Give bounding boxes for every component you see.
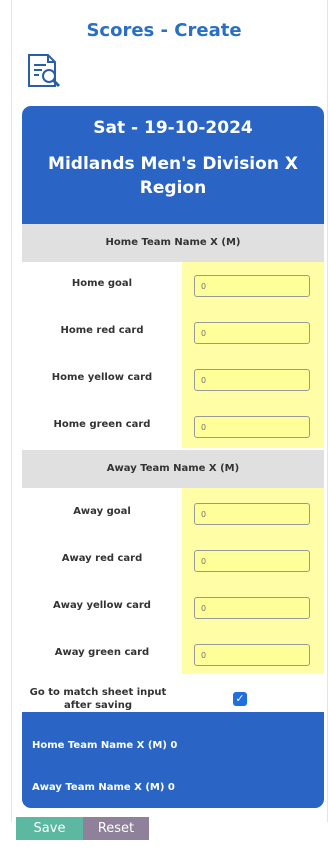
save-button[interactable]: Save <box>16 817 83 840</box>
away-goal-input[interactable] <box>194 503 310 525</box>
away-team-header: Away Team Name X (M) <box>22 450 324 488</box>
away-green-card-input[interactable] <box>194 644 310 666</box>
competition-name: Midlands Men's Division X Region <box>48 154 298 198</box>
away-score-summary: Away Team Name X (M) 0 <box>32 782 175 793</box>
away-green-card-label: Away green card <box>54 647 150 658</box>
document-search-icon <box>28 54 61 88</box>
away-yellow-card-input[interactable] <box>194 597 310 619</box>
home-green-card-input[interactable] <box>194 416 310 438</box>
home-team-header: Home Team Name X (M) <box>22 224 324 262</box>
home-green-card-label: Home green card <box>53 419 151 430</box>
away-red-card-input[interactable] <box>194 550 310 572</box>
page-title: Scores - Create <box>86 20 242 41</box>
home-score-summary: Home Team Name X (M) 0 <box>32 740 178 751</box>
home-red-card-input[interactable] <box>194 322 310 344</box>
checkmark-icon: ✓ <box>235 692 245 705</box>
score-summary: Home Team Name X (M) 0 Away Team Name X … <box>22 712 324 808</box>
reset-button[interactable]: Reset <box>83 817 149 840</box>
away-goal-label: Away goal <box>73 506 131 517</box>
score-card: Sat - 19-10-2024 Midlands Men's Division… <box>22 106 324 808</box>
score-form: Home Team Name X (M) Home goal Home red … <box>22 224 324 712</box>
away-red-card-label: Away red card <box>61 553 143 564</box>
home-yellow-card-input[interactable] <box>194 369 310 391</box>
home-goal-label: Home goal <box>71 278 133 289</box>
match-date: Sat - 19-10-2024 <box>93 118 253 138</box>
home-goal-input[interactable] <box>194 275 310 297</box>
home-yellow-card-label: Home yellow card <box>51 372 153 383</box>
home-red-card-label: Home red card <box>60 325 144 336</box>
match-sheet-checkbox[interactable]: ✓ <box>233 692 247 706</box>
away-yellow-card-label: Away yellow card <box>53 600 151 611</box>
match-sheet-checkbox-label: Go to match sheet input after saving <box>29 687 167 711</box>
match-header: Sat - 19-10-2024 Midlands Men's Division… <box>22 106 324 224</box>
